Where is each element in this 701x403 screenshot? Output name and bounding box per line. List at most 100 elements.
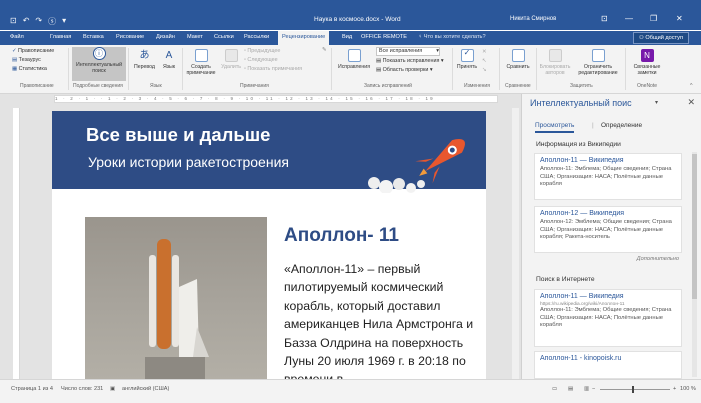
print-layout-icon[interactable]: ▤ (568, 386, 573, 392)
next-comment-button[interactable]: ▫ Следующее (244, 57, 278, 64)
group-label-onenote: OneNote (637, 83, 658, 89)
pane-scroll-thumb[interactable] (692, 154, 697, 299)
delete-comment-button[interactable]: Удалить (218, 49, 244, 70)
zoom-level[interactable]: 100 % (680, 386, 696, 392)
thesaurus-button[interactable]: ▤ Тезаурус (12, 57, 41, 64)
status-bar: Страница 1 из 4 Число слов: 231 ▣ англий… (0, 379, 701, 403)
banner-subtitle: Уроки истории ракетостроения (88, 154, 289, 170)
close-pane-icon[interactable]: ✕ (687, 97, 695, 108)
restrict-editing-label: Ограничить редактирование (578, 64, 618, 76)
ribbon-display-icon[interactable]: ⊡ (601, 14, 608, 23)
compare-icon (511, 49, 525, 62)
redo-icon[interactable]: ↷ (35, 16, 42, 27)
maximize-icon[interactable]: ❐ (650, 14, 657, 23)
zoom-slider[interactable] (600, 389, 670, 390)
word-count-button[interactable]: ▦ Статистика (12, 66, 47, 73)
page-count[interactable]: Страница 1 из 4 (11, 386, 53, 392)
touch-mode-icon[interactable]: ⓢ (48, 16, 56, 27)
restrict-editing-button[interactable]: Ограничить редактирование (573, 49, 623, 76)
block-authors-label: Блокировать авторов (539, 64, 571, 76)
shuttle-photo[interactable] (85, 217, 267, 379)
web-result-1[interactable]: Аполлон-11 — Википедия https://ru.wikipe… (534, 289, 682, 347)
tab-define[interactable]: Определение (601, 122, 642, 129)
web-layout-icon[interactable]: ▥ (584, 386, 589, 392)
tab-design[interactable]: Дизайн (153, 33, 178, 41)
tab-home[interactable]: Главная (47, 33, 74, 41)
next-label: Следующее (247, 57, 278, 63)
customize-qat-icon[interactable]: ▾ (62, 16, 66, 27)
tab-references[interactable]: Ссылки (211, 33, 237, 41)
tab-review[interactable]: Рецензирование (278, 31, 330, 45)
review-pane-label: Область проверки ▾ (382, 67, 433, 73)
result-title[interactable]: Аполлон-11 — Википедия (540, 157, 676, 164)
previous-change-icon[interactable]: ↖ (482, 58, 487, 65)
tab-explore[interactable]: Просмотреть (535, 122, 575, 133)
accept-button[interactable]: ✓ Принять (454, 49, 480, 71)
language-icon: A (165, 50, 173, 61)
thesaurus-icon: ▤ (12, 57, 19, 63)
result-title[interactable]: Аполлон-12 — Википедия (540, 210, 676, 217)
share-button[interactable]: ⚇ Общий доступ (632, 32, 689, 44)
track-changes-button[interactable]: Исправления (333, 49, 375, 70)
show-markup-button[interactable]: ▤ Показать исправления ▾ (376, 58, 444, 65)
minimize-icon[interactable]: — (625, 14, 633, 23)
undo-icon[interactable]: ↶ (23, 16, 30, 27)
smart-lookup-button[interactable]: ⓘ Интеллектуальный поиск (72, 47, 126, 81)
zoom-in-icon[interactable]: + (673, 386, 676, 392)
tab-layout[interactable]: Макет (184, 33, 206, 41)
new-comment-button[interactable]: Создать примечание (184, 49, 218, 76)
separator (499, 48, 500, 90)
more-link[interactable]: Дополнительно (637, 256, 679, 262)
web-section-header: Поиск в Интернете (536, 276, 595, 283)
separator (68, 48, 69, 90)
smart-lookup-label: Интеллектуальный поиск (76, 62, 122, 74)
tab-office-remote[interactable]: OFFICE REMOTE (358, 33, 410, 41)
tab-insert[interactable]: Вставка (80, 33, 107, 41)
block-authors-button[interactable]: Блокировать авторов (537, 49, 573, 76)
tab-view[interactable]: Вид (339, 33, 355, 41)
language-button[interactable]: A Язык (158, 49, 180, 70)
previous-comment-button[interactable]: ▫ Предыдущее (244, 48, 280, 55)
reject-icon[interactable]: ✕ (482, 49, 487, 56)
ribbon: ✓ Правописание ▤ Тезаурус ▦ Статистика П… (0, 45, 701, 94)
linked-notes-button[interactable]: N Связанные заметки (627, 49, 667, 76)
document-page[interactable]: Все выше и дальше Уроки истории ракетост… (52, 111, 486, 379)
horizontal-ruler[interactable]: 1 · 2 · 1 · · 1 · 2 · 3 · 4 · 5 · 6 · 7 … (54, 95, 498, 103)
user-name[interactable]: Никита Смирнов (510, 16, 556, 22)
compare-button[interactable]: Сравнить (502, 49, 534, 70)
wiki-result-1[interactable]: Аполлон-11 — Википедия Аполлон-11: Эмбле… (534, 153, 682, 200)
review-pane-button[interactable]: ▤ Область проверки ▾ (376, 67, 433, 74)
vertical-ruler[interactable] (13, 108, 20, 379)
language-label: Язык (162, 64, 176, 70)
result-title[interactable]: Аполлон-11 - kinopoisk.ru (540, 355, 676, 362)
zoom-slider-handle[interactable] (632, 386, 634, 393)
save-icon[interactable]: ⊡ (10, 16, 17, 27)
collapse-ribbon-icon[interactable]: ^ (690, 83, 693, 90)
read-mode-icon[interactable]: ▭ (552, 386, 557, 392)
tab-file[interactable]: Файл (7, 33, 27, 41)
tab-draw[interactable]: Рисование (113, 33, 147, 41)
result-title[interactable]: Аполлон-11 — Википедия (540, 293, 676, 300)
tell-me-search[interactable]: ♀ Что вы хотите сделать? (418, 34, 486, 40)
group-label-proofing: Правописание (20, 83, 54, 89)
track-changes-label: Исправления (337, 64, 371, 70)
ink-icon[interactable]: ✎ (322, 47, 327, 54)
document-scrollbar[interactable] (512, 108, 519, 379)
close-icon[interactable]: ✕ (676, 14, 683, 23)
spelling-button[interactable]: ✓ Правописание (12, 48, 54, 55)
word-count[interactable]: Число слов: 231 (61, 386, 103, 392)
web-result-2[interactable]: Аполлон-11 - kinopoisk.ru (534, 351, 682, 379)
show-comments-button[interactable]: ▫ Показать примечания (244, 66, 302, 73)
group-label-language: Язык (150, 83, 162, 89)
zoom-out-icon[interactable]: − (592, 386, 595, 392)
proofing-status-icon[interactable]: ▣ (110, 386, 115, 392)
track-changes-icon (347, 49, 361, 62)
tab-mailings[interactable]: Рассылки (241, 33, 272, 41)
translate-button[interactable]: あ Перевод (131, 49, 158, 70)
language-status[interactable]: английский (США) (122, 386, 169, 392)
markup-select[interactable]: Все исправления ▾ (376, 47, 440, 56)
ruler-marks: 1 · 2 · 1 · · 1 · 2 · 3 · 4 · 5 · 6 · 7 … (55, 96, 435, 101)
next-change-icon[interactable]: ↘ (482, 67, 487, 74)
wiki-result-2[interactable]: Аполлон-12 — Википедия Аполлон-12: Эмбле… (534, 206, 682, 253)
pane-options-icon[interactable]: ▾ (655, 99, 658, 106)
